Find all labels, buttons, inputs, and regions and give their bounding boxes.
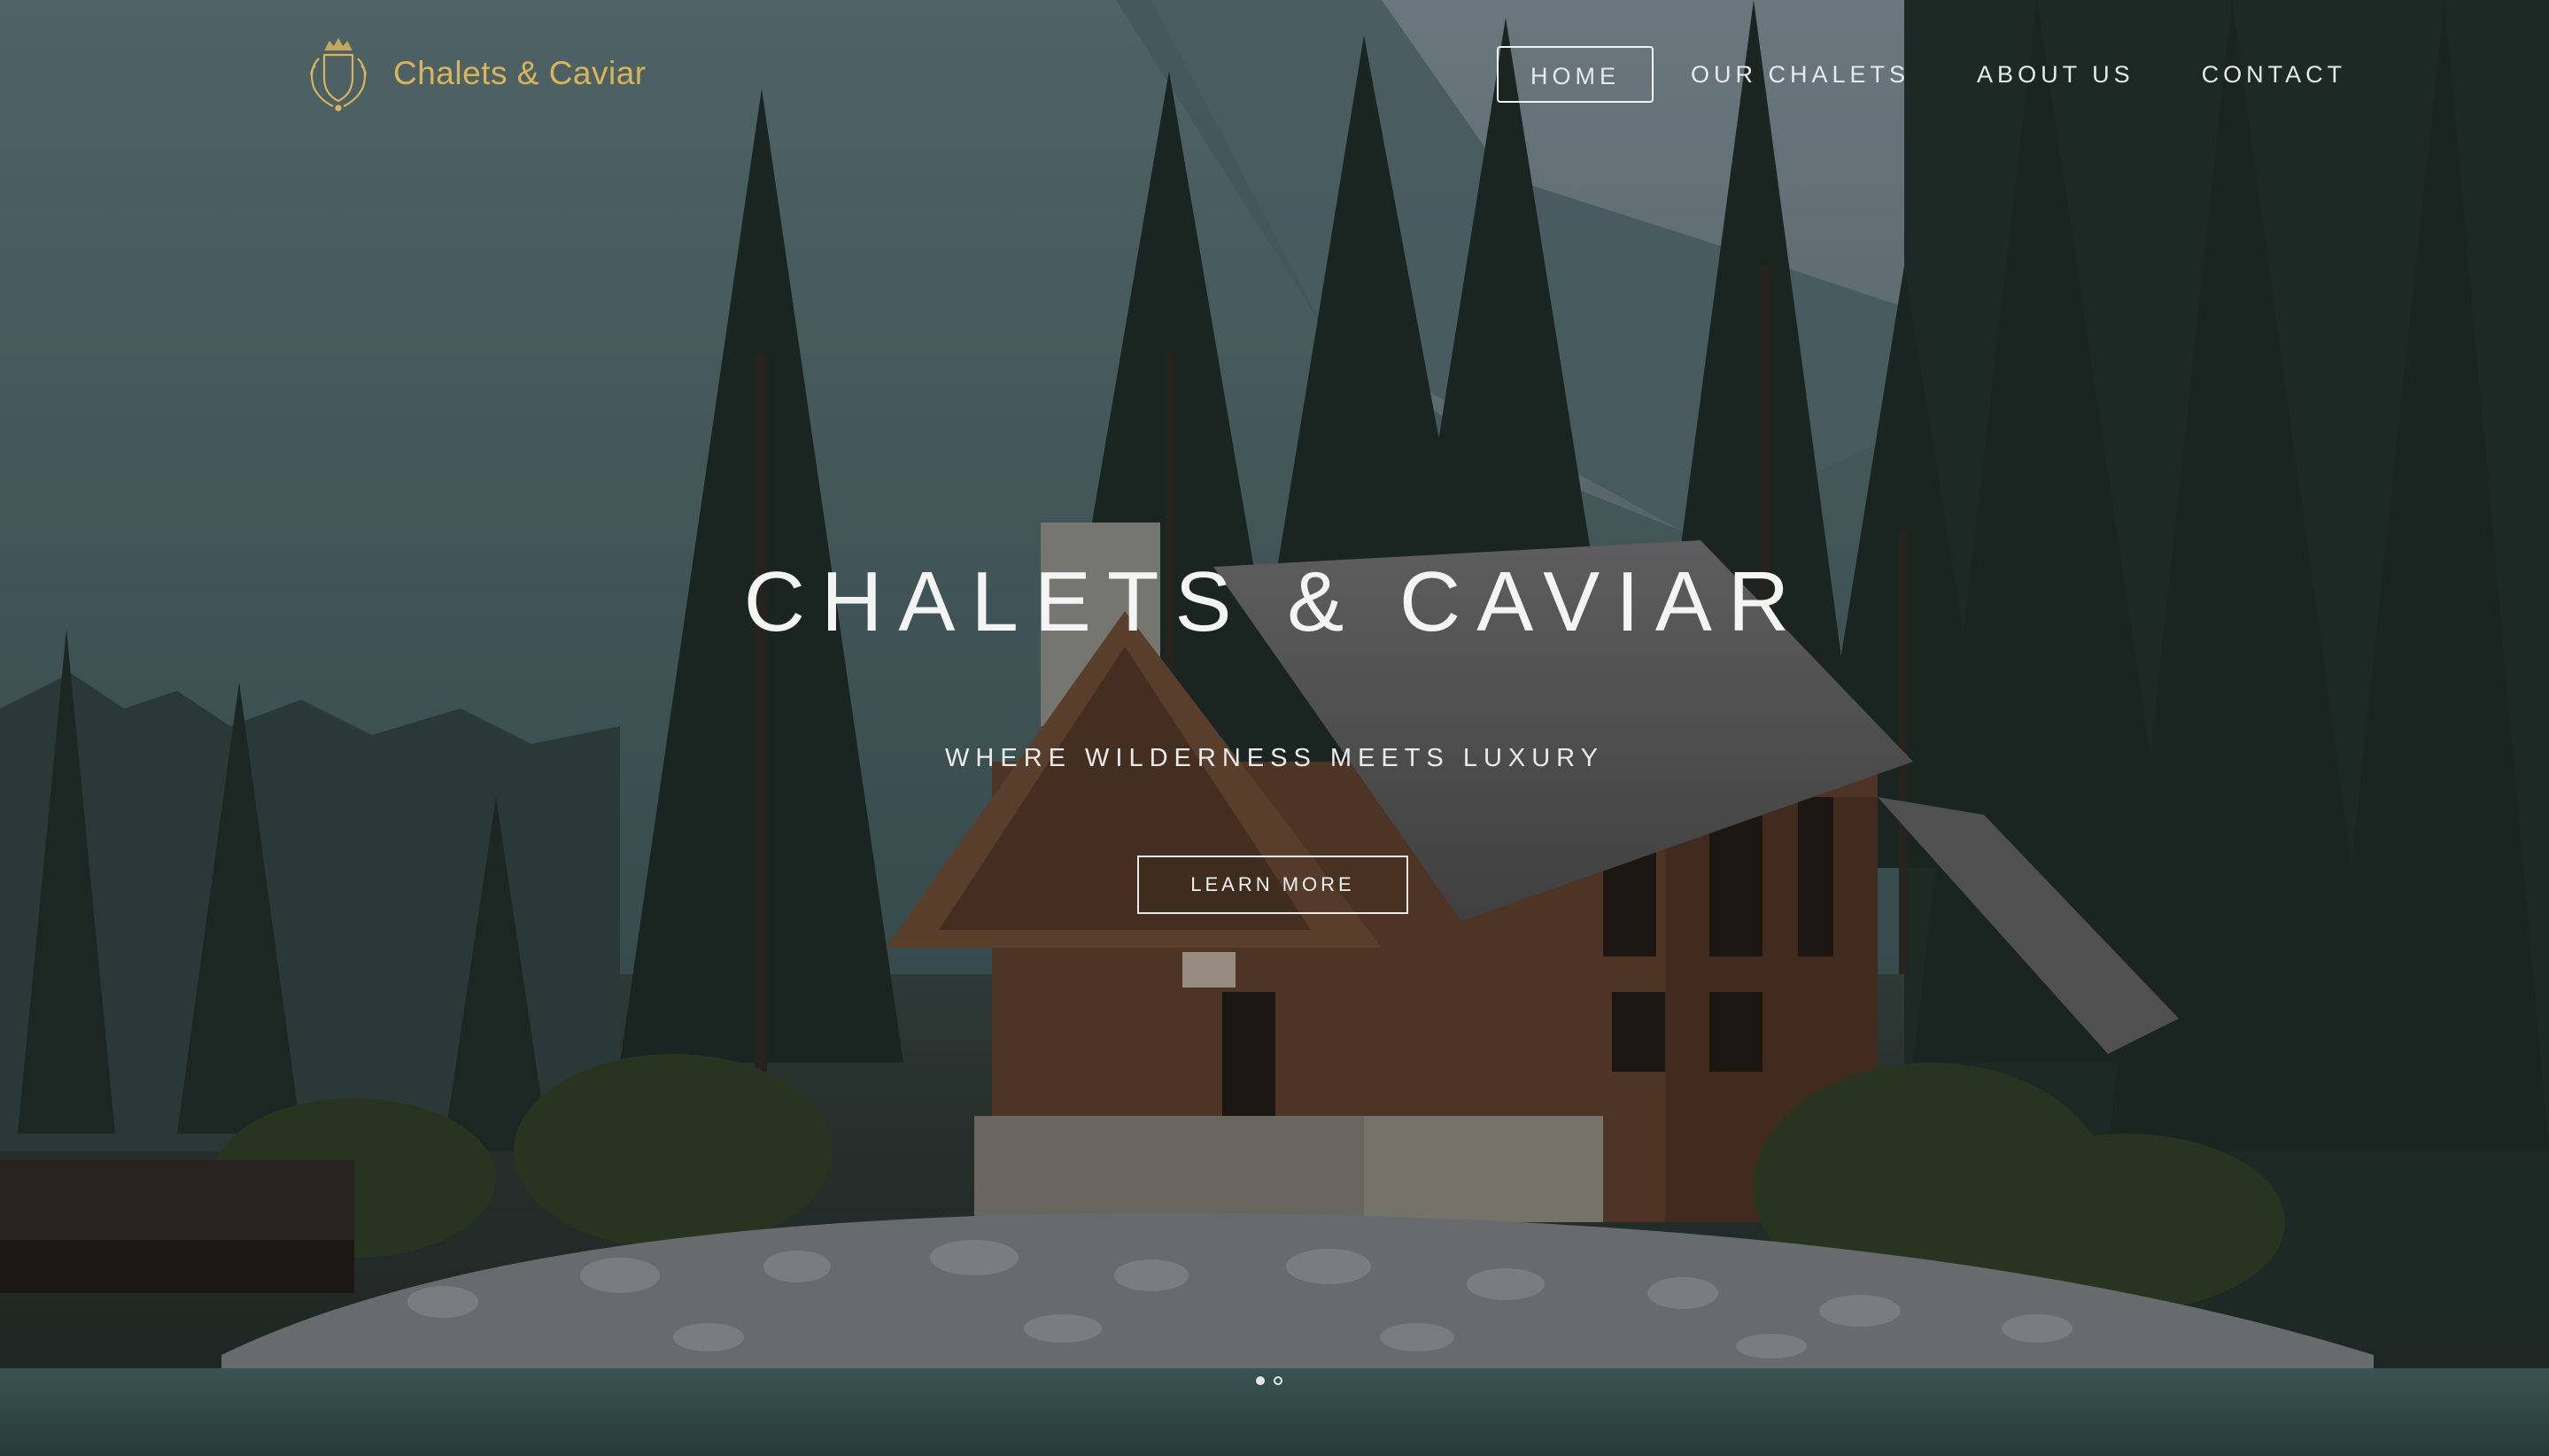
hero-dark-overlay xyxy=(0,0,2549,1456)
nav-item-contact[interactable]: CONTACT xyxy=(2172,46,2377,103)
nav-item-home[interactable]: HOME xyxy=(1497,46,1654,103)
slider-dot-2[interactable] xyxy=(1274,1376,1282,1385)
brand-logo-link[interactable]: Chalets & Caviar xyxy=(299,35,647,112)
learn-more-button[interactable]: LEARN MORE xyxy=(1137,856,1408,914)
slider-dot-1[interactable] xyxy=(1256,1376,1265,1385)
nav-item-about-us[interactable]: ABOUT US xyxy=(1947,46,2165,103)
hero-title: CHALETS & CAVIAR xyxy=(743,554,1806,649)
brand-name: Chalets & Caviar xyxy=(393,55,647,91)
nav-item-our-chalets[interactable]: OUR CHALETS xyxy=(1661,46,1940,103)
main-navigation: HOME OUR CHALETS ABOUT US CONTACT xyxy=(1497,46,2383,103)
slider-pagination xyxy=(1256,1376,1282,1385)
crest-crown-icon xyxy=(310,37,367,112)
hero-subtitle: WHERE WILDERNESS MEETS LUXURY xyxy=(945,744,1604,772)
hero-section: Chalets & Caviar HOME OUR CHALETS ABOUT … xyxy=(0,0,2549,1456)
